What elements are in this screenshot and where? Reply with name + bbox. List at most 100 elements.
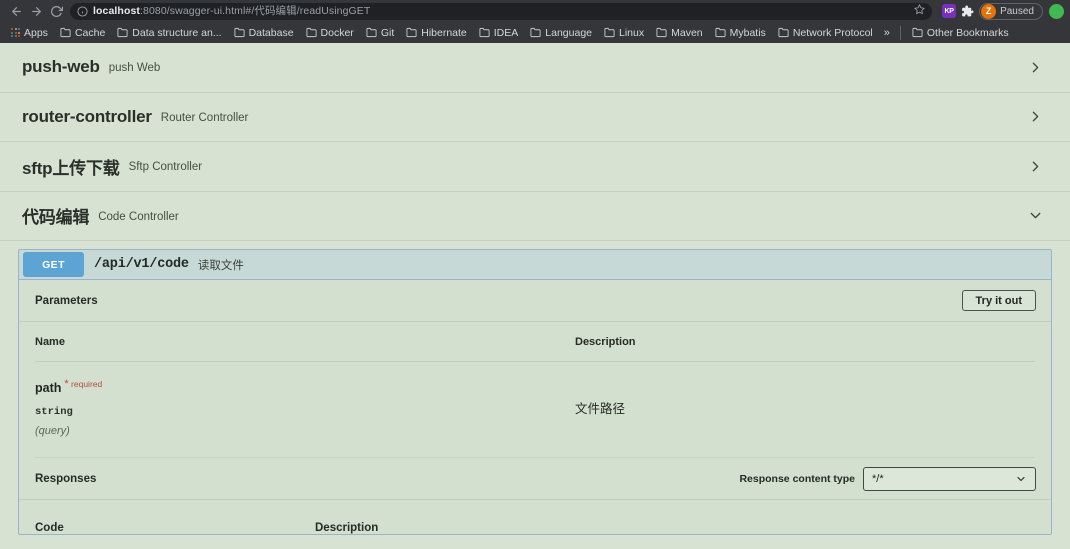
bookmark-item-label: Data structure an... (132, 26, 222, 39)
bookmark-item[interactable]: Maven (650, 24, 709, 42)
apps-grid-icon (11, 28, 20, 37)
tag-description: push Web (108, 62, 161, 75)
chevron-down-icon (1015, 473, 1027, 485)
folder-icon (778, 27, 789, 38)
address-bar[interactable]: localhost:8080/swagger-ui.html#/代码编辑/rea… (70, 2, 933, 20)
bookmark-item[interactable]: Cache (54, 24, 111, 42)
required-marker: * required (64, 378, 103, 390)
bookmark-item[interactable]: Network Protocol (772, 24, 879, 42)
profile-paused-button[interactable]: Z Paused (979, 2, 1043, 20)
chevron-right-icon[interactable] (1027, 158, 1044, 175)
response-content-type-value: */* (872, 472, 884, 485)
folder-icon (604, 27, 615, 38)
parameter-name: path (35, 381, 62, 395)
tag-name: 代码编辑 (22, 208, 90, 228)
back-button[interactable] (6, 1, 26, 21)
bookmark-item[interactable]: Git (360, 24, 400, 42)
parameters-title: Parameters (35, 294, 98, 307)
folder-icon (366, 27, 377, 38)
bookmark-item[interactable]: Language (524, 24, 598, 42)
folder-icon (715, 27, 726, 38)
parameter-location: (query) (35, 425, 70, 437)
tag-name: push-web (22, 57, 100, 77)
bookmark-item-label: IDEA (493, 26, 519, 39)
url-path: :8080/swagger-ui.html#/代码编辑/readUsingGET (140, 4, 371, 17)
bookmark-item[interactable]: Linux (598, 24, 650, 42)
avatar: Z (981, 3, 997, 19)
parameters-body: Name Description path * required string (qu… (19, 322, 1051, 458)
column-header-name: Name (35, 322, 575, 362)
extension-badge-icon[interactable]: KP (942, 4, 957, 18)
bookmark-item[interactable]: Mybatis (709, 24, 772, 42)
bookmark-item-label: Docker (320, 26, 354, 39)
bookmark-item-label: Linux (619, 26, 645, 39)
folder-icon (479, 27, 490, 38)
folder-icon (912, 27, 923, 38)
http-method-badge: GET (23, 252, 84, 277)
folder-icon (656, 27, 667, 38)
bookmark-list: Cache Data structure an... Database Docker G… (54, 24, 879, 42)
profile-status-icon[interactable] (1049, 3, 1064, 19)
bookmark-apps-label: Apps (24, 26, 48, 39)
folder-icon (60, 27, 71, 38)
reload-button[interactable] (46, 1, 66, 21)
bookmark-other-bookmarks[interactable]: Other Bookmarks (906, 24, 1015, 42)
forward-button[interactable] (26, 1, 46, 21)
bookmark-item-label: Maven (671, 26, 703, 39)
tag-description: Router Controller (160, 111, 249, 124)
column-header-code: Code (35, 522, 64, 534)
response-content-type-select[interactable]: */* (863, 466, 1036, 491)
parameters-table: Name Description path * required string (qu… (35, 322, 1035, 458)
opblock-summary[interactable]: GET /api/v1/code 读取文件 (19, 250, 1051, 280)
parameters-table-header-row: Name Description (35, 322, 1035, 362)
folder-icon (234, 27, 245, 38)
folder-icon (117, 27, 128, 38)
parameter-type: string (35, 406, 73, 418)
bookmark-item[interactable]: Hibernate (400, 24, 473, 42)
bookmark-apps[interactable]: Apps (5, 24, 54, 42)
bookmark-item[interactable]: Docker (300, 24, 360, 42)
bookmark-item-label: Hibernate (421, 26, 467, 39)
bookmark-item-label: Mybatis (729, 26, 766, 39)
url-text: localhost:8080/swagger-ui.html#/代码编辑/rea… (93, 3, 370, 20)
url-host: localhost (93, 4, 140, 17)
star-icon[interactable] (914, 3, 926, 20)
tag-section[interactable]: 代码编辑 Code Controller (0, 192, 1070, 241)
operation-container: GET /api/v1/code 读取文件 Parameters Try it … (0, 249, 1070, 535)
browser-chrome: localhost:8080/swagger-ui.html#/代码编辑/rea… (0, 0, 1070, 43)
tag-section[interactable]: sftp上传下载 Sftp Controller (0, 142, 1070, 192)
chevron-right-icon[interactable] (1027, 59, 1044, 76)
info-circle-icon[interactable] (77, 5, 88, 17)
responses-title: Responses (35, 472, 97, 485)
bookmark-other-bookmarks-label: Other Bookmarks (926, 26, 1009, 39)
paused-label: Paused (1000, 5, 1034, 17)
responses-table-header: Code Description (19, 500, 1051, 534)
bookmark-item-label: Cache (74, 26, 106, 39)
parameters-header: Parameters Try it out (19, 280, 1051, 322)
folder-icon (306, 27, 317, 38)
chevron-down-icon[interactable] (1027, 207, 1044, 224)
browser-toolbar: localhost:8080/swagger-ui.html#/代码编辑/rea… (0, 0, 1070, 22)
swagger-page: push-web push Web router-controller Router … (0, 43, 1070, 549)
bookmarks-bar: Apps Cache Data structure an... Database Do… (0, 22, 1070, 43)
column-header-description: Description (575, 322, 1035, 362)
try-it-out-button[interactable]: Try it out (961, 290, 1036, 311)
puzzle-piece-icon[interactable] (961, 5, 974, 18)
tag-name: router-controller (22, 106, 152, 126)
bookmark-item[interactable]: Database (228, 24, 300, 42)
parameter-description-cell: 文件路径 (575, 361, 1035, 458)
bookmark-item[interactable]: IDEA (473, 24, 525, 42)
tag-sections: push-web push Web router-controller Router … (0, 43, 1070, 241)
tag-name: sftp上传下载 (22, 158, 120, 178)
operation-path: /api/v1/code (94, 257, 189, 272)
opblock-get-code: GET /api/v1/code 读取文件 Parameters Try it … (18, 249, 1052, 535)
parameter-description: 文件路径 (575, 402, 626, 416)
bookmark-item[interactable]: Data structure an... (111, 24, 227, 42)
tag-section[interactable]: router-controller Router Controller (0, 93, 1070, 142)
bookmark-item-label: Git (380, 26, 395, 39)
chevron-right-icon[interactable] (1027, 108, 1044, 125)
bookmarks-overflow-button[interactable]: » (879, 27, 895, 39)
tag-section[interactable]: push-web push Web (0, 43, 1070, 93)
bookmark-item-label: Network Protocol (792, 26, 873, 39)
bookmarks-divider (899, 25, 901, 40)
